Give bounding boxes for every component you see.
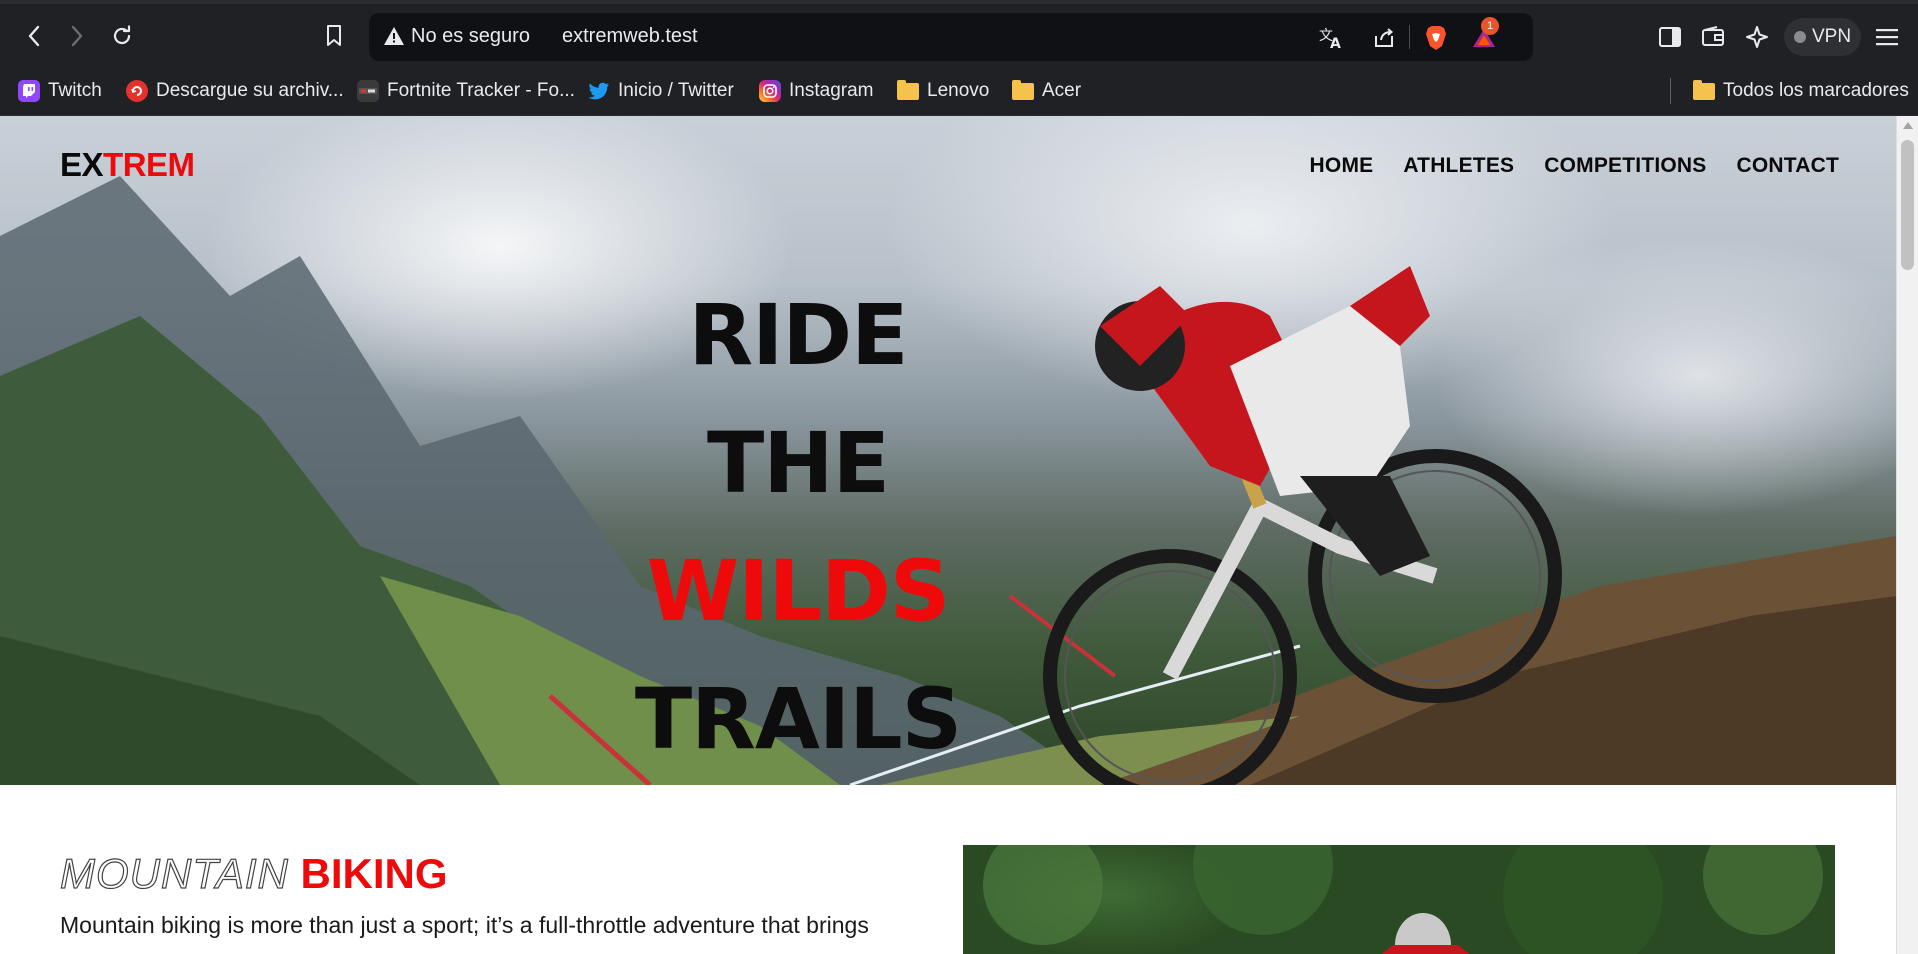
- rider-photo-image: [983, 845, 1823, 954]
- folder-icon: [897, 79, 919, 100]
- svg-text:A: A: [1330, 36, 1341, 50]
- nav-contact-link[interactable]: CONTACT: [1737, 154, 1840, 178]
- vpn-button[interactable]: VPN: [1784, 18, 1862, 56]
- bookmark-descargue[interactable]: Descargue su archiv...: [126, 75, 344, 107]
- section-heading-red: BIKING: [300, 850, 448, 897]
- site-logo[interactable]: EXTREM: [60, 146, 195, 184]
- bookmarks-divider: [1670, 78, 1671, 104]
- bookmark-label: Inicio / Twitter: [618, 80, 734, 101]
- fortnite-tracker-icon: [357, 80, 379, 102]
- page-scrollbar[interactable]: [1896, 116, 1918, 954]
- vpn-label: VPN: [1812, 26, 1852, 47]
- bookmark-instagram[interactable]: Instagram: [759, 75, 873, 107]
- back-icon[interactable]: [16, 18, 52, 54]
- instagram-icon: [759, 80, 781, 102]
- forward-icon[interactable]: [59, 18, 95, 54]
- headline-line-1: RIDE: [688, 286, 908, 384]
- bookmark-fortnite-tracker[interactable]: Fortnite Tracker - Fo...: [357, 75, 575, 107]
- rewards-count-badge: 1: [1481, 17, 1499, 35]
- brave-shields-icon[interactable]: [1423, 25, 1449, 51]
- bookmark-twitch[interactable]: Twitch: [18, 75, 102, 107]
- section-heading: MOUNTAIN BIKING: [59, 849, 448, 898]
- headline-line-3: TRAILS: [634, 670, 962, 768]
- main-navigation: HOME ATHLETES COMPETITIONS CONTACT: [1310, 154, 1839, 178]
- bookmark-page-icon[interactable]: [316, 18, 352, 54]
- folder-icon: [1693, 79, 1715, 100]
- section-paragraph: Mountain biking is more than just a spor…: [60, 912, 869, 954]
- bookmark-twitter[interactable]: Inicio / Twitter: [588, 75, 734, 107]
- logo-text-red: TREM: [103, 146, 195, 183]
- bookmarks-bar: Twitch Descargue su archiv... Fortnite T…: [0, 66, 1918, 116]
- scrollbar-thumb[interactable]: [1901, 140, 1914, 270]
- nav-athletes-link[interactable]: ATHLETES: [1403, 154, 1514, 178]
- bookmark-label: Instagram: [789, 80, 874, 101]
- bookmark-folder-acer[interactable]: Acer: [1012, 75, 1081, 107]
- hero-headline: RIDE THE WILDS TRAILS: [548, 271, 1048, 783]
- section-heading-outline: MOUNTAIN: [59, 849, 289, 897]
- bookmark-label: Fortnite Tracker - Fo...: [387, 80, 575, 101]
- scroll-up-arrow-icon[interactable]: [1903, 122, 1913, 129]
- headline-line-2-black: THE: [707, 414, 890, 512]
- sidebar-icon[interactable]: [1655, 22, 1685, 52]
- nav-home-link[interactable]: HOME: [1310, 154, 1374, 178]
- reload-icon[interactable]: [104, 18, 140, 54]
- menu-icon[interactable]: [1872, 22, 1902, 52]
- url-text[interactable]: extremweb.test: [562, 25, 698, 48]
- folder-icon: [1012, 79, 1034, 100]
- logo-text-black: EX: [60, 146, 104, 183]
- twitch-icon: [18, 80, 40, 102]
- bookmark-folder-lenovo[interactable]: Lenovo: [897, 75, 989, 107]
- twitter-icon: [588, 80, 610, 102]
- hero-section: EXTREM HOME ATHLETES COMPETITIONS CONTAC…: [0, 116, 1896, 785]
- bookmark-label: Twitch: [48, 80, 102, 101]
- wallet-icon[interactable]: [1698, 22, 1728, 52]
- all-bookmarks-label: Todos los marcadores: [1723, 80, 1909, 101]
- leo-ai-icon[interactable]: [1742, 22, 1772, 52]
- nav-competitions-link[interactable]: COMPETITIONS: [1544, 154, 1706, 178]
- share-icon[interactable]: [1371, 25, 1397, 51]
- address-bar[interactable]: No es seguro extremweb.test 文A 1: [369, 13, 1533, 61]
- bookmark-label: Acer: [1042, 80, 1082, 101]
- browser-toolbar: No es seguro extremweb.test 文A 1 VPN: [0, 0, 1918, 66]
- page-viewport: EXTREM HOME ATHLETES COMPETITIONS CONTAC…: [0, 116, 1918, 954]
- warning-icon[interactable]: [383, 26, 405, 51]
- security-status[interactable]: No es seguro: [411, 25, 530, 48]
- headline-line-2-red: WILDS: [646, 542, 951, 640]
- translate-icon[interactable]: 文A: [1319, 25, 1345, 51]
- bookmark-label: Descargue su archiv...: [156, 80, 344, 101]
- bookmark-label: Lenovo: [927, 80, 990, 101]
- vpn-status-dot: [1794, 31, 1806, 43]
- address-divider: [1409, 25, 1410, 49]
- section-image: [963, 845, 1835, 954]
- headline-line-2: THE WILDS: [548, 399, 1048, 655]
- all-bookmarks-folder[interactable]: Todos los marcadores: [1693, 75, 1909, 107]
- download-site-icon: [126, 80, 148, 102]
